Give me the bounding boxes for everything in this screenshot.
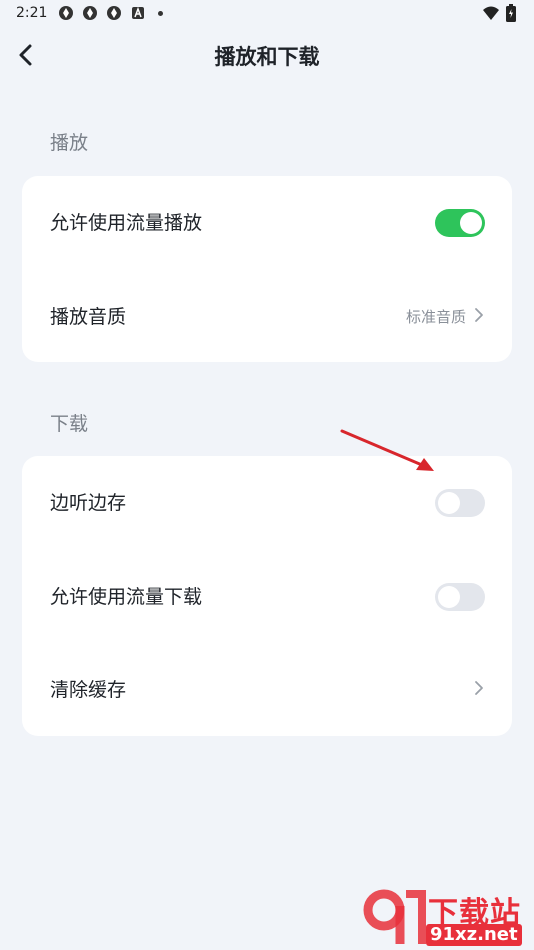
row-label: 播放音质 [50,306,127,328]
wifi-icon [483,6,499,20]
playback-quality-value: 标准音质 [405,308,466,326]
notification-icons [58,5,163,21]
row-label: 边听边存 [50,492,127,514]
allow-data-download-row: 允许使用流量下载 [22,550,512,642]
cache-while-listening-toggle[interactable] [435,489,485,517]
annotation-arrow-icon [340,429,434,471]
toggle-knob [460,212,482,234]
playback-quality-row[interactable]: 播放音质 标准音质 [22,270,512,362]
status-bar: 2:21 [0,0,534,28]
row-label: 允许使用流量播放 [50,212,203,234]
system-icons [482,4,516,22]
chevron-right-icon [475,308,483,322]
allow-data-playback-toggle[interactable] [435,209,485,237]
toggle-knob [438,492,460,514]
chevron-right-icon [475,681,483,695]
allow-data-download-toggle[interactable] [435,583,485,611]
toggle-knob [438,586,460,608]
watermark-logo-icon [363,889,426,944]
cache-while-listening-row: 边听边存 [22,456,512,548]
watermark: 下载站 91xz.net [362,886,532,948]
battery-icon [506,4,516,22]
row-label: 清除缓存 [50,679,127,701]
app-icon [107,6,121,20]
a-icon [132,6,144,19]
allow-data-playback-row: 允许使用流量播放 [22,176,512,268]
download-card: 边听边存 允许使用流量下载 清除缓存 [22,456,512,736]
status-time: 2:21 [16,5,48,21]
watermark-url: 91xz.net [426,924,522,946]
nav-bar: 播放和下载 [0,30,534,80]
dot-icon [158,10,163,16]
section-header-playback: 播放 [50,132,89,154]
app-icon [83,6,97,20]
row-label: 允许使用流量下载 [50,586,203,608]
app-icon [59,6,73,20]
playback-card: 允许使用流量播放 播放音质 标准音质 [22,176,512,362]
page-title: 播放和下载 [214,45,320,69]
clear-cache-row[interactable]: 清除缓存 [22,643,512,735]
section-header-download: 下载 [50,413,89,435]
